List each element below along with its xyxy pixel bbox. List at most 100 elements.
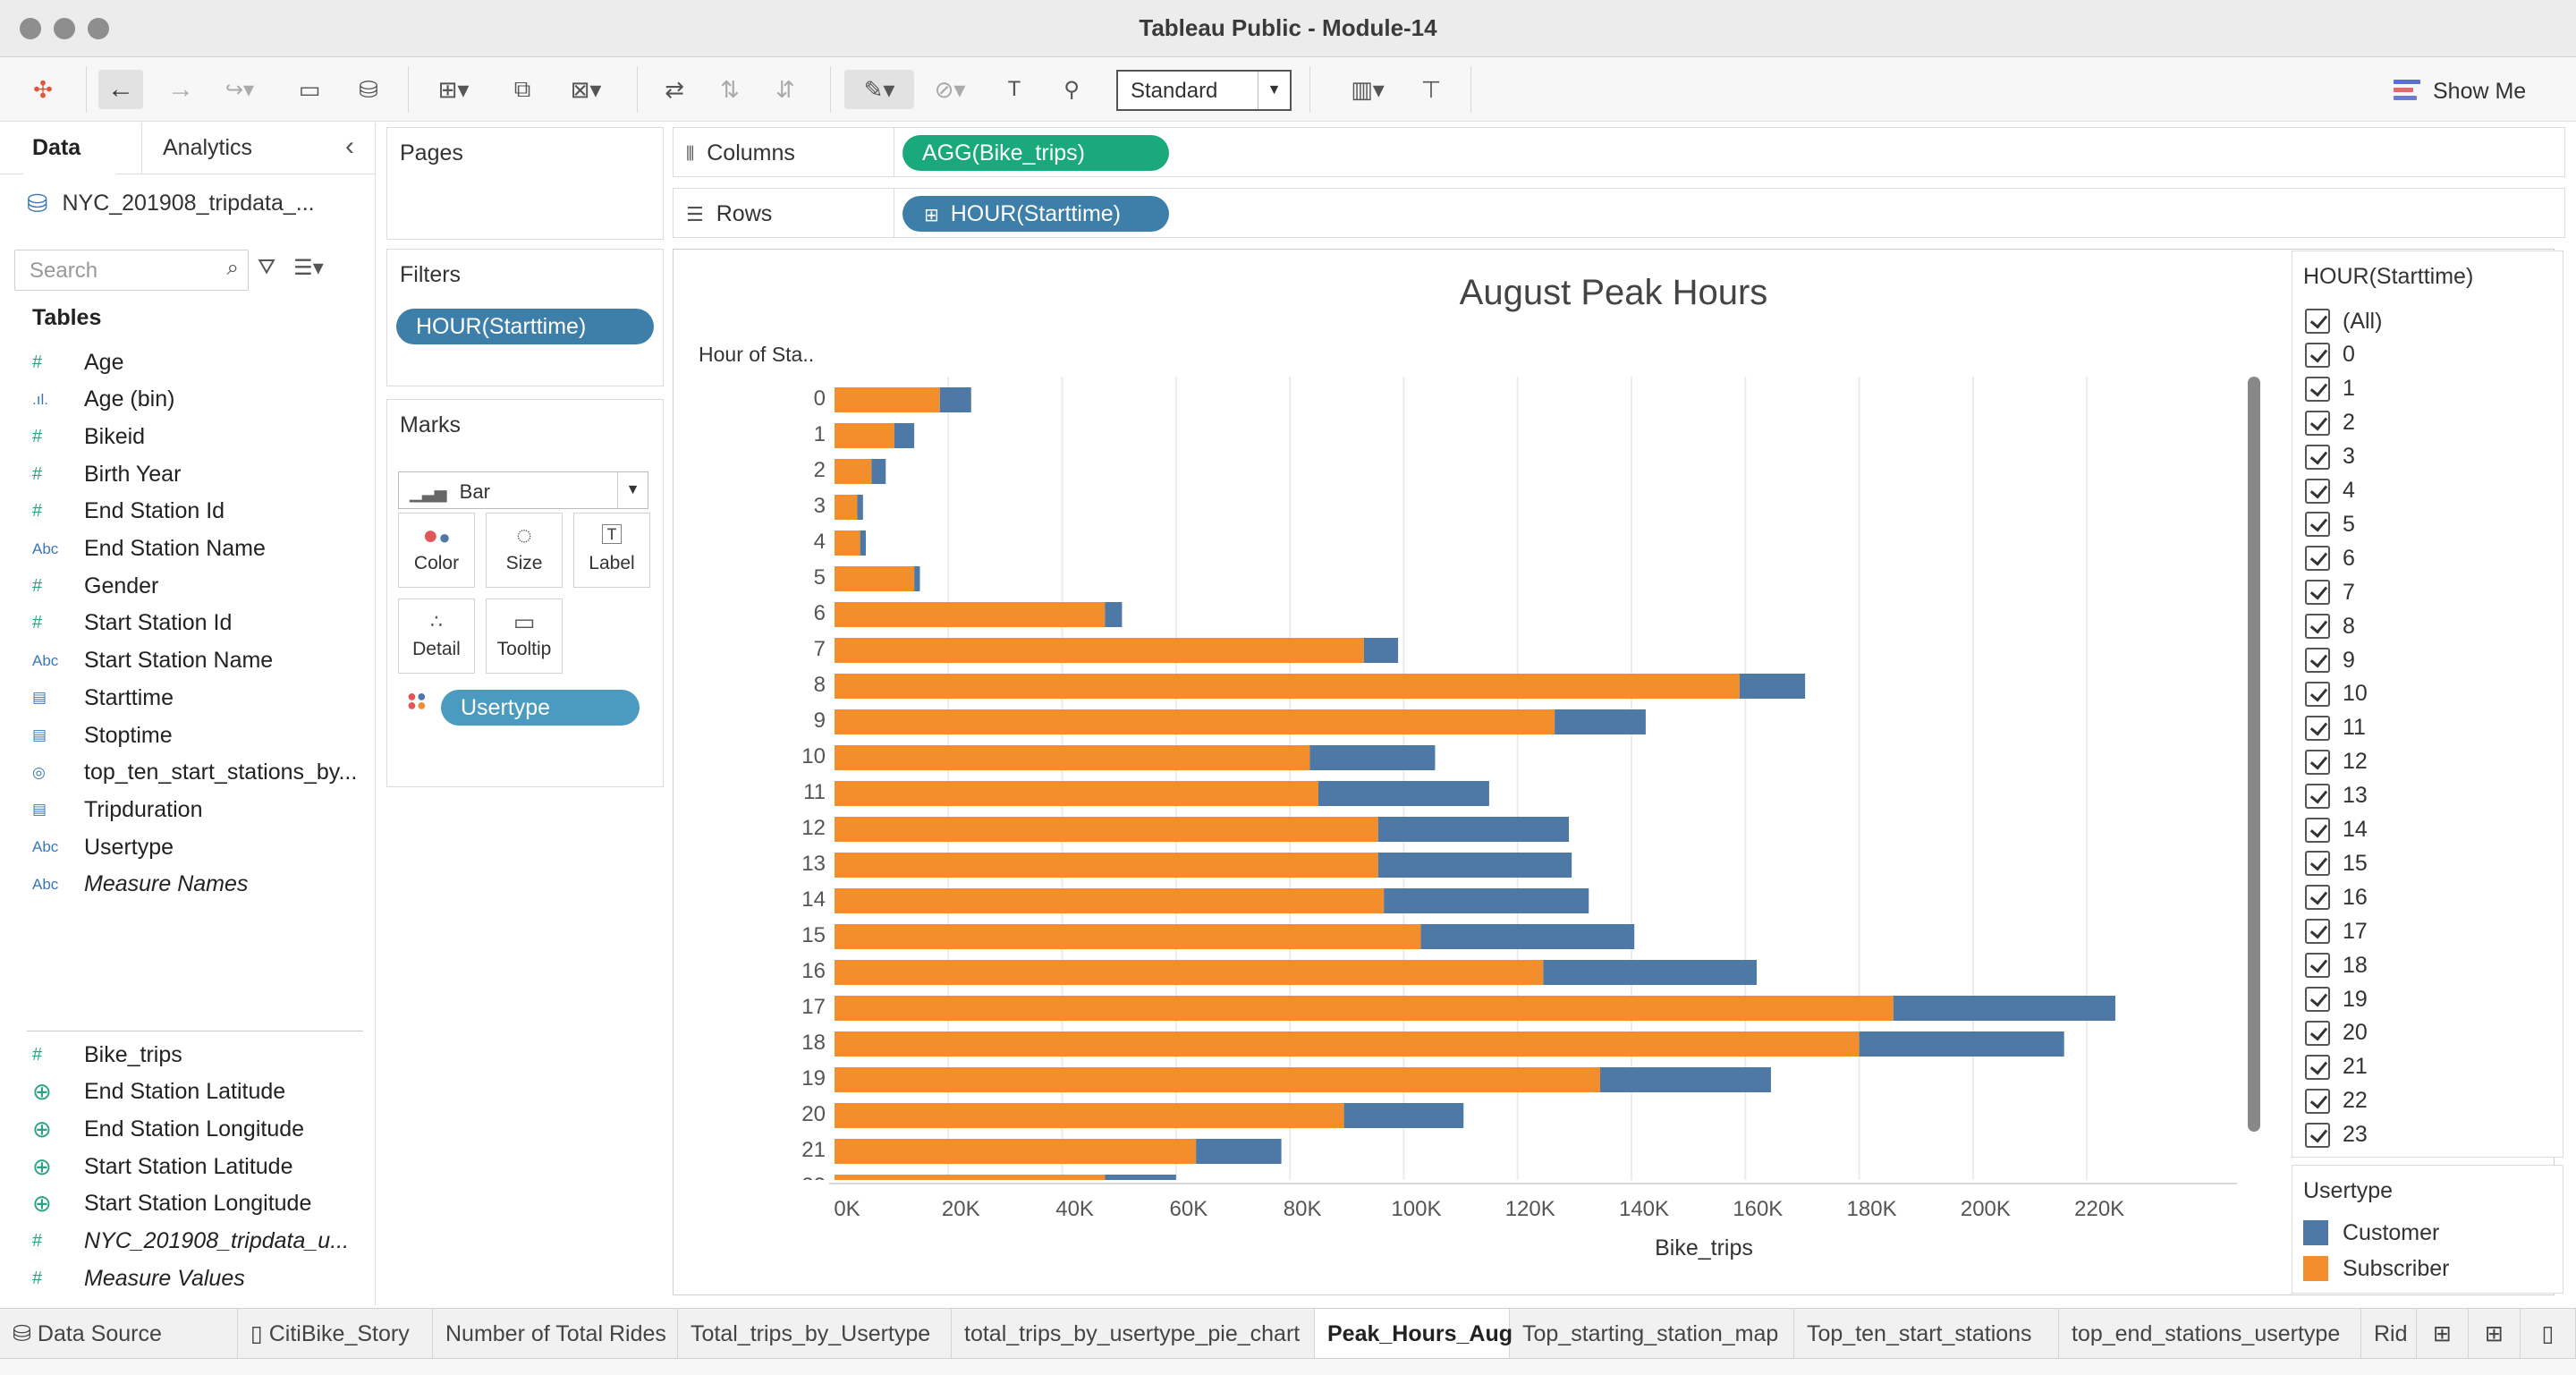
filter-checkbox-item[interactable]: 23 xyxy=(2305,1121,2368,1150)
tab-top-ten-start-stations[interactable]: Top_ten_start_stations xyxy=(1794,1309,2059,1359)
tab-peak-hours-aug[interactable]: Peak_Hours_Aug xyxy=(1315,1309,1513,1359)
field-item[interactable]: Abc Start Station Name xyxy=(32,643,273,679)
filter-checkbox-item[interactable]: 22 xyxy=(2305,1087,2368,1116)
bar-subscriber[interactable] xyxy=(835,1031,1860,1057)
columns-shelf[interactable]: ⫴ Columns AGG(Bike_trips) xyxy=(673,127,2565,177)
filter-checkbox-item[interactable]: 18 xyxy=(2305,951,2368,980)
size-button[interactable]: ◌ Size xyxy=(486,513,563,588)
highlight-icon[interactable]: ✎▾ xyxy=(844,70,914,109)
datasource-item[interactable]: ⛁ NYC_201908_tripdata_... xyxy=(27,189,315,218)
field-item[interactable]: # End Station Id xyxy=(32,494,225,530)
checkbox-checked-icon[interactable] xyxy=(2305,953,2330,979)
rows-shelf[interactable]: ☰ Rows ⊞ HOUR(Starttime) xyxy=(673,188,2565,238)
bar-customer[interactable] xyxy=(860,530,867,556)
field-item[interactable]: # Bikeid xyxy=(32,419,145,454)
tab-rid[interactable]: Rid xyxy=(2361,1309,2417,1359)
filter-checkbox-item[interactable]: 5 xyxy=(2305,510,2355,539)
field-item[interactable]: ⊕ End Station Latitude xyxy=(32,1074,285,1110)
bar-customer[interactable] xyxy=(1343,1103,1464,1128)
checkbox-checked-icon[interactable] xyxy=(2305,885,2330,911)
bar-customer[interactable] xyxy=(1420,924,1635,949)
fix-axes-icon[interactable]: ⚲ xyxy=(1052,70,1091,109)
bar-subscriber[interactable] xyxy=(835,1139,1197,1164)
bar-subscriber[interactable] xyxy=(835,853,1378,878)
bar-customer[interactable] xyxy=(939,387,971,412)
bar-customer[interactable] xyxy=(1318,781,1489,806)
bar-subscriber[interactable] xyxy=(835,996,1894,1021)
bar-subscriber[interactable] xyxy=(835,709,1555,734)
bar-subscriber[interactable] xyxy=(835,888,1385,913)
chart-vertical-scrollbar[interactable] xyxy=(2248,377,2260,1132)
detail-button[interactable]: ∴ Detail xyxy=(398,598,475,674)
field-item[interactable]: ⊕ Start Station Longitude xyxy=(32,1186,311,1222)
field-item[interactable]: # NYC_201908_tripdata_u... xyxy=(32,1224,349,1260)
checkbox-checked-icon[interactable] xyxy=(2305,1020,2330,1046)
filter-checkbox-item[interactable]: 20 xyxy=(2305,1019,2368,1048)
group-members-icon[interactable]: ⊘▾ xyxy=(923,70,977,109)
bar-subscriber[interactable] xyxy=(835,924,1421,949)
bar-customer[interactable] xyxy=(1739,674,1806,699)
filter-checkbox-item[interactable]: (All) xyxy=(2305,307,2382,335)
collapse-pane-icon[interactable]: ‹ xyxy=(345,132,354,162)
field-item[interactable]: # Birth Year xyxy=(32,456,181,492)
bar-customer[interactable] xyxy=(1555,709,1646,734)
filter-checkbox-item[interactable]: 1 xyxy=(2305,375,2355,403)
tab-top-starting-station-map[interactable]: Top_starting_station_map xyxy=(1510,1309,1794,1359)
bar-customer[interactable] xyxy=(1859,1031,2064,1057)
duplicate-sheet-icon[interactable]: ⧉ xyxy=(503,70,542,109)
clear-sheet-icon[interactable]: ⊠▾ xyxy=(555,70,617,109)
tab-number-of-total-rides[interactable]: Number of Total Rides xyxy=(433,1309,678,1359)
field-item[interactable]: ▤ Tripduration xyxy=(32,792,202,828)
bar-customer[interactable] xyxy=(857,495,863,520)
tab-analytics[interactable]: Analytics xyxy=(163,135,252,161)
bar-subscriber[interactable] xyxy=(835,1103,1344,1128)
checkbox-checked-icon[interactable] xyxy=(2305,783,2330,809)
checkbox-checked-icon[interactable] xyxy=(2305,919,2330,945)
tab-citibike-story[interactable]: ▯ CitiBike_Story xyxy=(238,1309,433,1359)
color-pill-usertype[interactable]: Usertype xyxy=(441,690,640,726)
save-icon[interactable]: ▭ xyxy=(292,70,327,109)
bar-customer[interactable] xyxy=(1600,1067,1771,1092)
view-mode-select[interactable]: Standard ▼ xyxy=(1116,70,1292,111)
bar-customer[interactable] xyxy=(914,566,920,591)
field-item[interactable]: # Bike_trips xyxy=(32,1037,182,1073)
filter-checkbox-item[interactable]: 19 xyxy=(2305,985,2368,1014)
bar-subscriber[interactable] xyxy=(835,495,858,520)
filter-icon[interactable]: ⛛ xyxy=(258,255,275,281)
bar-subscriber[interactable] xyxy=(835,745,1310,770)
checkbox-checked-icon[interactable] xyxy=(2305,1054,2330,1080)
label-button[interactable]: 🅃 Label xyxy=(573,513,650,588)
tooltip-button[interactable]: ▭ Tooltip xyxy=(486,598,563,674)
bar-subscriber[interactable] xyxy=(835,530,860,556)
checkbox-checked-icon[interactable] xyxy=(2305,987,2330,1012)
checkbox-checked-icon[interactable] xyxy=(2305,580,2330,606)
presentation-mode-icon[interactable]: ⊤ xyxy=(1411,70,1451,109)
tab-data-source[interactable]: ⛁ Data Source xyxy=(0,1309,238,1359)
bar-customer[interactable] xyxy=(1105,1175,1176,1200)
filter-checkbox-item[interactable]: 21 xyxy=(2305,1053,2368,1082)
sort-descending-icon[interactable]: ⇵ xyxy=(766,70,805,109)
field-item[interactable]: ⊕ Start Station Latitude xyxy=(32,1149,292,1184)
new-datasource-icon[interactable]: ⛁ xyxy=(349,70,388,109)
new-worksheet-tab-icon[interactable]: ⊞ xyxy=(2417,1309,2469,1359)
checkbox-checked-icon[interactable] xyxy=(2305,817,2330,843)
checkbox-checked-icon[interactable] xyxy=(2305,410,2330,436)
mark-type-select[interactable]: ▁▃▅ Bar ▼ xyxy=(398,471,648,509)
filter-checkbox-item[interactable]: 3 xyxy=(2305,443,2355,471)
color-button[interactable]: ●● Color xyxy=(398,513,475,588)
checkbox-checked-icon[interactable] xyxy=(2305,851,2330,877)
filter-checkbox-item[interactable]: 14 xyxy=(2305,816,2368,845)
checkbox-checked-icon[interactable] xyxy=(2305,478,2330,504)
bar-customer[interactable] xyxy=(1893,996,2115,1021)
new-dashboard-tab-icon[interactable]: ⊞ xyxy=(2469,1309,2521,1359)
redo-icon[interactable]: → xyxy=(161,70,200,109)
filter-checkbox-item[interactable]: 11 xyxy=(2305,714,2366,743)
filter-checkbox-item[interactable]: 17 xyxy=(2305,917,2368,946)
undo-icon[interactable]: ← xyxy=(98,70,143,109)
filter-pill-hour[interactable]: HOUR(Starttime) xyxy=(396,309,654,344)
checkbox-checked-icon[interactable] xyxy=(2305,342,2330,368)
view-options-icon[interactable]: ☰▾ xyxy=(293,255,324,281)
filter-checkbox-item[interactable]: 6 xyxy=(2305,544,2355,573)
bar-subscriber[interactable] xyxy=(835,459,872,484)
bar-subscriber[interactable] xyxy=(835,1175,1106,1200)
